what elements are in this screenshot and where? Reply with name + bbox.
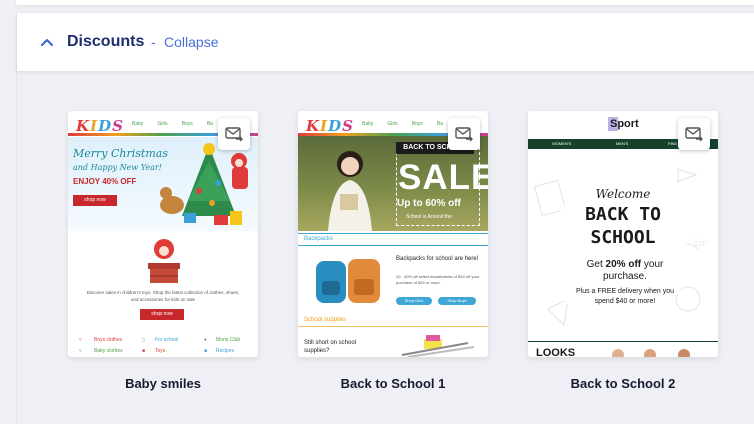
body-shop-button[interactable]: shop now xyxy=(140,309,184,320)
chalk-note: 2πr xyxy=(693,239,709,249)
divider xyxy=(528,341,718,342)
offer-pre: Get xyxy=(586,259,606,270)
send-test-email-button[interactable] xyxy=(218,118,250,150)
backpacks-text: 20 - 30% off select departments or $10 o… xyxy=(396,274,480,285)
sport-logo: Sport xyxy=(610,118,639,130)
section-backpacks: Backpacks xyxy=(304,236,334,242)
christmas-tree-illustration xyxy=(160,143,248,225)
hero-banner: BACK TO SCHOOL SALE Up to 60% off School… xyxy=(298,136,488,231)
looks-heading: LOOKS xyxy=(536,347,576,357)
headline-line-1: BACK TO xyxy=(585,204,661,225)
category-label[interactable]: Mono Club xyxy=(216,337,240,343)
hero-sale: SALE xyxy=(398,158,488,197)
collapse-link[interactable]: Collapse xyxy=(164,34,218,50)
hero-shop-button[interactable]: shop now xyxy=(73,195,117,206)
template-card-back-to-school-2[interactable]: Sport WOMEN'S MEN'S FIND Welcome BACK TO… xyxy=(528,111,718,357)
mail-forward-icon xyxy=(455,127,473,142)
template-card-baby-smiles[interactable]: KIDS Baby Girls Boys Ba Merry Christmas and… xyxy=(68,111,258,357)
section-header[interactable]: Discounts - Collapse xyxy=(17,13,754,71)
category-label[interactable]: For school xyxy=(155,337,178,343)
nav-link: Ba xyxy=(436,121,443,127)
template-name: Back to School 2 xyxy=(570,376,676,391)
nav-link: Boys xyxy=(411,121,423,127)
category-item: ▯ xyxy=(142,337,145,343)
previous-section-edge xyxy=(16,0,754,5)
category-label[interactable]: Toys xyxy=(155,348,165,354)
section-supplies: School supplies xyxy=(304,317,347,323)
looks-photo-strip xyxy=(612,349,690,357)
nav-links: Baby Girls Boys Ba xyxy=(362,121,457,127)
category-label[interactable]: Boys clothes xyxy=(94,337,122,343)
headline-line-2: SCHOOL xyxy=(590,227,656,248)
hero-offer: ENJOY 40% OFF xyxy=(73,177,137,186)
template-card-back-to-school-1[interactable]: KIDS Baby Girls Boys Ba BACK TO SCHOOL SALE… xyxy=(298,111,488,357)
nav-link: MEN'S xyxy=(616,141,629,146)
shop-girls-button[interactable]: Shop Girls xyxy=(396,297,432,305)
divider xyxy=(298,233,488,234)
title-separator: - xyxy=(151,34,156,50)
hero-banner: Merry Christmas and Happy New Year! ENJO… xyxy=(68,137,258,231)
backpacks-image xyxy=(316,259,380,303)
divider xyxy=(298,245,488,246)
chevron-up-icon[interactable] xyxy=(39,34,55,50)
supplies-text: Still short on school supplies? xyxy=(304,340,357,354)
nav-link: Baby xyxy=(362,121,374,127)
nav-link: WOMEN'S xyxy=(552,141,572,146)
category-item: ▿ xyxy=(79,348,82,354)
category-item: ♦ xyxy=(204,337,207,343)
nav-links: Baby Girls Boys Ba xyxy=(132,121,227,127)
hero-small-text: School is Around the xyxy=(406,214,452,220)
nav-link: Ba xyxy=(206,121,213,127)
template-name: Baby smiles xyxy=(125,376,201,391)
divider xyxy=(298,326,488,327)
category-item: ■ xyxy=(204,348,208,354)
send-test-email-button[interactable] xyxy=(448,118,480,150)
category-label[interactable]: Recipes xyxy=(216,348,234,354)
delivery-text: Plus a FREE delivery when you spend $40 … xyxy=(575,288,675,305)
send-test-email-button[interactable] xyxy=(678,118,710,150)
section-title: Discounts xyxy=(67,33,145,50)
category-label[interactable]: Baby clothes xyxy=(94,348,123,354)
shop-boys-button[interactable]: Shop Boys xyxy=(438,297,476,305)
hero-offer: Up to 60% off xyxy=(397,198,461,209)
category-item: ▿ xyxy=(79,337,82,343)
schoolgirl-photo xyxy=(328,151,372,231)
category-item: ■ xyxy=(142,348,146,354)
nav-link: Baby xyxy=(132,121,144,127)
mail-forward-icon xyxy=(685,127,703,142)
welcome-text: Welcome xyxy=(595,187,651,201)
nav-link: Girls xyxy=(157,121,168,127)
offer-bold: 20% off xyxy=(605,259,642,270)
hero-subtitle: and Happy New Year! xyxy=(73,163,162,172)
nav-link: Girls xyxy=(387,121,398,127)
offer-text: Get 20% off your purchase. xyxy=(568,259,682,283)
mail-forward-icon xyxy=(225,127,243,142)
nav-link: FIND xyxy=(668,141,678,146)
supplies-image xyxy=(401,335,475,357)
body-text: Discover sales in children's toys. Shop … xyxy=(86,290,240,302)
santa-chimney-illustration xyxy=(148,239,180,283)
backpacks-title: Backpacks for school are here! xyxy=(396,256,479,262)
template-name: Back to School 1 xyxy=(340,376,446,391)
nav-link: Boys xyxy=(181,121,193,127)
